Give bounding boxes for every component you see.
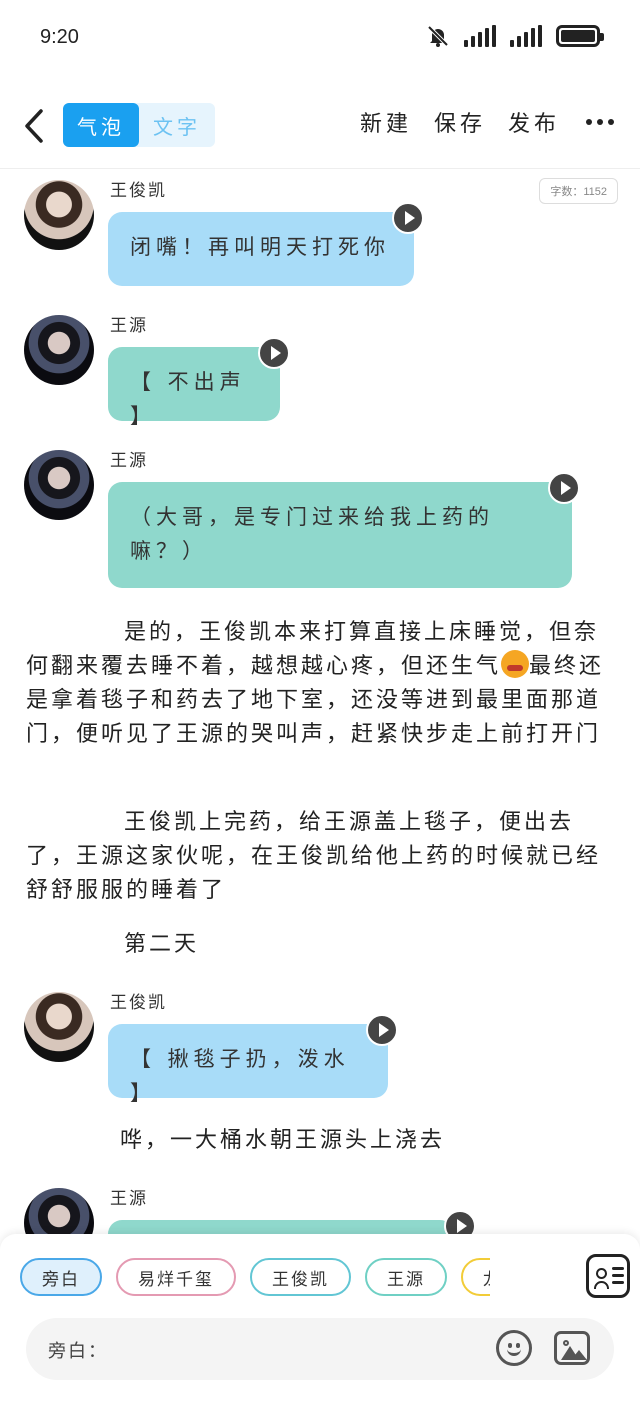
status-time: 9:20 <box>40 26 79 48</box>
bubble-text: 【 揪毯子扔，泼水 】 <box>130 1047 350 1105</box>
play-icon[interactable] <box>392 202 424 234</box>
role-chip[interactable]: 易烊千玺 <box>116 1258 236 1296</box>
play-icon[interactable] <box>444 1210 476 1234</box>
chat-bubble[interactable]: 闭嘴！再叫明天打死你 <box>108 212 414 286</box>
new-button[interactable]: 新建 <box>360 106 412 138</box>
angry-face-emoji <box>501 650 530 678</box>
battery-icon <box>556 25 604 47</box>
back-button[interactable] <box>18 104 50 148</box>
speaker-name: 王俊凯 <box>110 181 167 201</box>
contact-card-icon[interactable] <box>586 1254 630 1298</box>
signal-icon <box>464 25 496 47</box>
chat-message[interactable]: 王源 <box>0 1178 640 1234</box>
play-icon[interactable] <box>258 337 290 369</box>
role-chip[interactable]: 王俊凯 <box>250 1258 351 1296</box>
narration-text: 哗，一大桶水朝王源头上浇去 <box>120 1128 446 1153</box>
avatar[interactable] <box>24 450 94 520</box>
avatar[interactable] <box>24 992 94 1062</box>
save-button[interactable]: 保存 <box>434 106 486 138</box>
chevron-left-icon <box>25 109 43 143</box>
role-chips: 旁白易烊千玺王俊凯王源龙套 <box>20 1258 490 1298</box>
chat-message[interactable]: 王俊凯 【 揪毯子扔，泼水 】 <box>0 982 640 1112</box>
smiley-icon[interactable] <box>496 1330 532 1366</box>
status-bar: 9:20 <box>0 0 640 76</box>
top-toolbar: 气泡 文字 新建 保存 发布 <box>0 96 640 156</box>
narration-text: 第二天 <box>124 932 200 957</box>
chat-message[interactable]: 王俊凯 闭嘴！再叫明天打死你 <box>0 170 640 300</box>
image-icon[interactable] <box>554 1331 590 1365</box>
play-icon[interactable] <box>548 472 580 504</box>
speaker-name: 王源 <box>110 451 148 471</box>
narration-paragraph[interactable]: 王俊凯上完药，给王源盖上毯子，便出去了，王源这家伙呢，在王俊凯给他上药的时候就已… <box>26 806 616 908</box>
narration-text: 王俊凯上完药，给王源盖上毯子，便出去了，王源这家伙呢，在王俊凯给他上药的时候就已… <box>26 810 602 903</box>
narration-paragraph[interactable]: 第二天 <box>26 928 616 962</box>
bubble-text: （大哥，是专门过来给我上药的嘛？） <box>130 505 494 563</box>
message-input[interactable]: 旁白： <box>26 1318 614 1380</box>
mode-switch: 气泡 文字 <box>63 103 215 147</box>
narration-paragraph[interactable]: 是的，王俊凯本来打算直接上床睡觉，但奈何翻来覆去睡不着，越想越心疼，但还生气 最终… <box>26 616 616 752</box>
toolbar-actions: 新建 保存 发布 <box>360 106 614 138</box>
input-placeholder: 旁白： <box>48 1341 108 1362</box>
header-divider <box>0 168 640 169</box>
chat-bubble[interactable]: 【 不出声 】 <box>108 347 280 428</box>
speaker-name: 王源 <box>110 1189 148 1209</box>
bubble-text: 闭嘴！再叫明天打死你 <box>130 235 390 259</box>
status-icons <box>426 24 604 48</box>
play-icon[interactable] <box>366 1014 398 1046</box>
tab-text[interactable]: 文字 <box>139 103 215 147</box>
chat-bubble[interactable]: 【 揪毯子扔，泼水 】 <box>108 1024 388 1105</box>
chat-message[interactable]: 王源 （大哥，是专门过来给我上药的嘛？） <box>0 440 640 590</box>
signal-icon <box>510 25 542 47</box>
speaker-name: 王源 <box>110 316 148 336</box>
composer-panel: 旁白易烊千玺王俊凯王源龙套 旁白： <box>0 1234 640 1406</box>
chat-bubble[interactable]: （大哥，是专门过来给我上药的嘛？） <box>108 482 572 588</box>
bubble-text: 【 不出声 】 <box>130 370 246 428</box>
story-editor-screen: 9:20 气泡 文字 新建 保存 发布 字数：1152 王俊凯 闭嘴！再叫明天打… <box>0 0 640 1406</box>
chat-bubble[interactable] <box>108 1220 454 1234</box>
mute-bell-icon <box>427 25 449 47</box>
avatar[interactable] <box>24 1188 94 1234</box>
chat-message[interactable]: 王源 【 不出声 】 <box>0 305 640 435</box>
narration-paragraph[interactable]: 哗，一大桶水朝王源头上浇去 <box>26 1124 616 1158</box>
role-chip-narrator[interactable]: 旁白 <box>20 1258 102 1296</box>
story-content[interactable]: 字数：1152 王俊凯 闭嘴！再叫明天打死你 王源 【 不出声 】 王源 （大哥… <box>0 170 640 1234</box>
more-horizontal-icon[interactable] <box>586 119 614 125</box>
avatar[interactable] <box>24 180 94 250</box>
role-chip[interactable]: 龙套 <box>461 1258 490 1296</box>
publish-button[interactable]: 发布 <box>508 106 560 138</box>
avatar[interactable] <box>24 315 94 385</box>
role-chip[interactable]: 王源 <box>365 1258 447 1296</box>
tab-bubble[interactable]: 气泡 <box>63 103 139 147</box>
speaker-name: 王俊凯 <box>110 993 167 1013</box>
